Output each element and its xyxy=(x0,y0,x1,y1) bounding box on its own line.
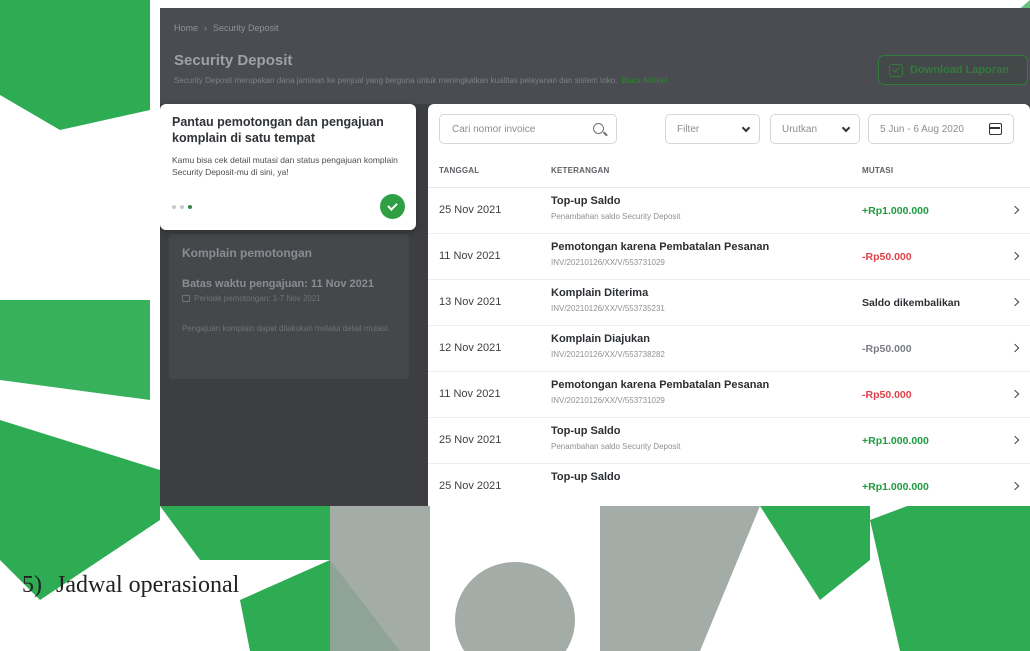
row-subtitle: Penambahan saldo Security Deposit xyxy=(551,212,681,221)
column-header-date: TANGGAL xyxy=(439,166,480,175)
chevron-down-icon xyxy=(841,123,851,133)
row-date: 25 Nov 2021 xyxy=(439,204,502,216)
subtitle-text: Security Deposit merupakan dana jaminan … xyxy=(174,76,618,85)
breadcrumb: Home › Security Deposit xyxy=(174,23,279,33)
breadcrumb-current: Security Deposit xyxy=(213,23,279,33)
row-title: Pemotongan karena Pembatalan Pesanan xyxy=(551,241,770,253)
download-report-button[interactable]: Download Laporan xyxy=(878,55,1028,85)
row-amount: -Rp50.000 xyxy=(862,389,912,401)
row-amount: -Rp50.000 xyxy=(862,343,912,355)
row-amount: +Rp1.000.000 xyxy=(862,205,929,217)
mutation-table-panel: Cari nomor invoice Filter Urutkan 5 Jun … xyxy=(428,104,1030,506)
row-subtitle: INV/20210126/XX/V/553738282 xyxy=(551,350,665,359)
table-row[interactable]: 12 Nov 2021 Komplain Diajukan INV/20210126… xyxy=(428,326,1030,372)
calendar-icon xyxy=(182,295,190,302)
step-dot-active xyxy=(188,205,192,209)
tooltip-title: Pantau pemotongan dan pengajuan komplain… xyxy=(172,115,384,145)
chevron-right-icon[interactable] xyxy=(1010,251,1020,261)
filter-label: Filter xyxy=(677,123,700,135)
app-screenshot: Home › Security Deposit Security Deposit S… xyxy=(160,8,1030,506)
row-title: Top-up Saldo xyxy=(551,195,621,207)
row-date: 12 Nov 2021 xyxy=(439,342,502,354)
table-row[interactable]: 25 Nov 2021 Top-up Saldo +Rp1.000.000 xyxy=(428,464,1030,506)
chevron-right-icon[interactable] xyxy=(1010,389,1020,399)
table-row[interactable]: 25 Nov 2021 Top-up Saldo Penambahan saldo … xyxy=(428,418,1030,464)
step-dot xyxy=(172,205,176,209)
complaint-deadline: Batas waktu pengajuan: 11 Nov 2021 xyxy=(182,278,374,290)
row-subtitle: INV/20210126/XX/V/553731029 xyxy=(551,396,665,405)
caption-text: Jadwal operasional xyxy=(56,572,240,598)
row-title: Top-up Saldo xyxy=(551,471,621,483)
row-subtitle: INV/20210126/XX/V/553735231 xyxy=(551,304,665,313)
tooltip-confirm-button[interactable] xyxy=(380,194,405,219)
table-row[interactable]: 11 Nov 2021 Pemotongan karena Pembatalan … xyxy=(428,372,1030,418)
complaint-period-text: Periode pemotongan: 1-7 Nov 2021 xyxy=(194,294,321,303)
download-report-label: Download Laporan xyxy=(910,64,1009,76)
row-title: Top-up Saldo xyxy=(551,425,621,437)
complaint-note: Pengajuan komplain dapat dilakukan melal… xyxy=(182,324,390,333)
row-amount: Saldo dikembalikan xyxy=(862,297,961,309)
page-header: Home › Security Deposit Security Deposit S… xyxy=(160,8,1030,104)
column-header-mutation: MUTASI xyxy=(862,166,894,175)
complaint-period: Periode pemotongan: 1-7 Nov 2021 xyxy=(182,294,396,303)
row-date: 11 Nov 2021 xyxy=(439,250,501,262)
chevron-down-icon xyxy=(741,123,751,133)
read-article-link[interactable]: Baca Artikel xyxy=(621,76,667,85)
calendar-icon xyxy=(989,123,1002,135)
date-range-text: 5 Jun - 6 Aug 2020 xyxy=(880,123,964,135)
chevron-right-icon[interactable] xyxy=(1010,435,1020,445)
search-input[interactable]: Cari nomor invoice xyxy=(439,114,617,144)
download-icon xyxy=(889,63,903,77)
row-amount: +Rp1.000.000 xyxy=(862,435,929,447)
tooltip-step-dots xyxy=(172,205,192,209)
search-placeholder: Cari nomor invoice xyxy=(452,123,536,135)
row-date: 25 Nov 2021 xyxy=(439,434,502,446)
sort-label: Urutkan xyxy=(782,123,818,135)
breadcrumb-home[interactable]: Home xyxy=(174,23,198,33)
page-title: Security Deposit xyxy=(174,52,293,69)
row-date: 25 Nov 2021 xyxy=(439,480,502,492)
document-caption: 5) Jadwal operasional xyxy=(22,572,239,599)
tooltip-body: Kamu bisa cek detail mutasi dan status p… xyxy=(172,155,398,177)
row-subtitle: INV/20210126/XX/V/553731029 xyxy=(551,258,665,267)
search-icon[interactable] xyxy=(593,123,604,134)
row-subtitle: Penambahan saldo Security Deposit xyxy=(551,442,681,451)
row-title: Komplain Diterima xyxy=(551,287,649,299)
row-title: Pemotongan karena Pembatalan Pesanan xyxy=(551,379,770,391)
row-title: Komplain Diajukan xyxy=(551,333,651,345)
column-header-description: KETERANGAN xyxy=(551,166,610,175)
chevron-right-icon[interactable] xyxy=(1010,481,1020,491)
onboarding-tooltip: Pantau pemotongan dan pengajuan komplain… xyxy=(160,104,416,230)
complaint-title: Komplain pemotongan xyxy=(182,246,312,260)
step-dot xyxy=(180,205,184,209)
chevron-right-icon[interactable] xyxy=(1010,205,1020,215)
row-amount: +Rp1.000.000 xyxy=(862,481,929,493)
chevron-right-icon[interactable] xyxy=(1010,343,1020,353)
page-subtitle: Security Deposit merupakan dana jaminan … xyxy=(174,76,667,85)
table-row[interactable]: 13 Nov 2021 Komplain Diterima INV/20210126… xyxy=(428,280,1030,326)
row-date: 11 Nov 2021 xyxy=(439,388,501,400)
table-row[interactable]: 25 Nov 2021 Top-up Saldo Penambahan saldo … xyxy=(428,188,1030,234)
row-amount: -Rp50.000 xyxy=(862,251,912,263)
table-row[interactable]: 11 Nov 2021 Pemotongan karena Pembatalan … xyxy=(428,234,1030,280)
date-range-picker[interactable]: 5 Jun - 6 Aug 2020 xyxy=(868,114,1014,144)
filter-dropdown[interactable]: Filter xyxy=(665,114,760,144)
row-date: 13 Nov 2021 xyxy=(439,296,502,308)
complaint-card: Komplain pemotongan Batas waktu pengajua… xyxy=(169,234,409,379)
chevron-right-icon[interactable] xyxy=(1010,297,1020,307)
caption-number: 5) xyxy=(22,572,42,598)
sort-dropdown[interactable]: Urutkan xyxy=(770,114,860,144)
